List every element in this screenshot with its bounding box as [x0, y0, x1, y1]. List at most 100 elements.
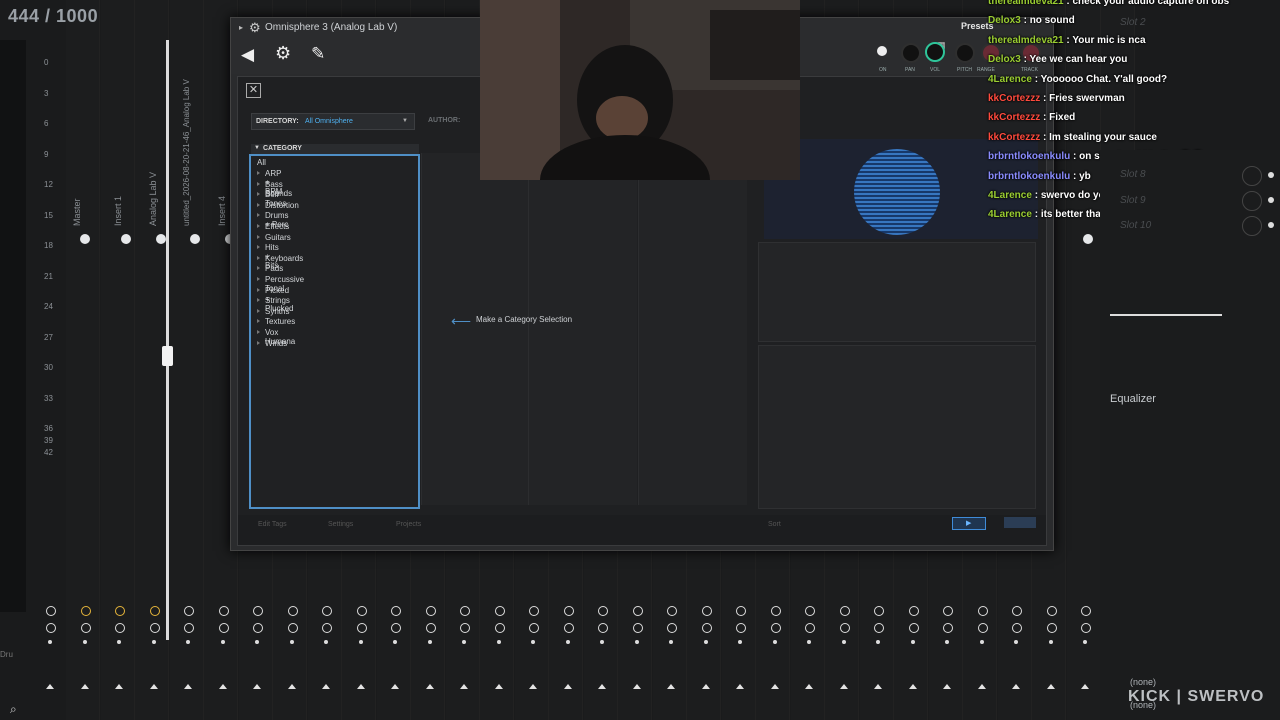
slot-item[interactable]: Slot 8 [1120, 169, 1146, 180]
strip-level-knob[interactable] [1083, 234, 1093, 244]
slot-enable[interactable] [1268, 172, 1274, 178]
send-knob[interactable] [805, 606, 815, 616]
mute-dot[interactable] [117, 640, 121, 644]
mute-dot[interactable] [324, 640, 328, 644]
send-knob[interactable] [563, 606, 574, 616]
mute-dot[interactable] [876, 640, 880, 644]
mute-dot[interactable] [358, 640, 363, 644]
fader-handle[interactable] [162, 346, 173, 366]
category-all[interactable]: All [257, 158, 266, 167]
close-button[interactable]: ✕ [246, 83, 261, 98]
route-arrow-icon[interactable] [977, 684, 986, 689]
projects-button[interactable]: Projects [396, 521, 421, 528]
pan-knob[interactable] [149, 623, 160, 633]
pan-knob[interactable] [1012, 623, 1022, 633]
mute-dot[interactable] [979, 640, 984, 644]
directory-dropdown[interactable]: DIRECTORY: All Omnisphere ▼ [251, 113, 415, 130]
pan-knob[interactable] [46, 623, 56, 633]
send-knob[interactable] [460, 606, 470, 616]
pan-knob[interactable] [977, 623, 988, 633]
pan-knob[interactable] [632, 623, 643, 633]
mute-dot[interactable] [393, 640, 397, 644]
mute-dot[interactable] [738, 640, 742, 644]
pan-knob[interactable] [901, 43, 921, 63]
pan-knob[interactable] [667, 623, 677, 633]
send-knob[interactable] [874, 606, 884, 616]
send-knob[interactable] [736, 606, 746, 616]
pan-knob[interactable] [805, 623, 815, 633]
slot-item[interactable]: Slot 10 [1120, 220, 1151, 231]
route-arrow-icon[interactable] [529, 684, 537, 689]
mute-dot[interactable] [82, 640, 87, 644]
author-label[interactable]: AUTHOR: [428, 117, 460, 124]
route-arrow-icon[interactable] [598, 684, 606, 689]
search-icon[interactable]: ⌕ [10, 702, 17, 717]
pan-knob[interactable] [874, 623, 884, 633]
route-arrow-icon[interactable] [839, 684, 848, 689]
mute-dot[interactable] [255, 640, 259, 644]
strip-level-knob[interactable] [80, 234, 90, 244]
route-arrow-icon[interactable] [632, 684, 641, 689]
strip-level-knob[interactable] [156, 234, 166, 244]
mute-dot[interactable] [220, 640, 225, 644]
gear-icon[interactable]: ⚙ [249, 20, 261, 36]
route-arrow-icon[interactable] [1046, 684, 1055, 689]
send-knob[interactable] [287, 606, 298, 616]
pan-knob[interactable] [425, 623, 436, 633]
mute-dot[interactable] [945, 640, 949, 644]
mute-dot[interactable] [462, 640, 466, 644]
route-arrow-icon[interactable] [80, 684, 89, 689]
send-knob[interactable] [115, 606, 125, 616]
mute-dot[interactable] [634, 640, 639, 644]
play-button[interactable]: ▶ [952, 517, 986, 530]
send-knob[interactable] [529, 606, 539, 616]
send-knob[interactable] [218, 606, 229, 616]
edit-tags-button[interactable]: Edit Tags [258, 521, 287, 528]
pan-knob[interactable] [839, 623, 850, 633]
route-arrow-icon[interactable] [391, 684, 399, 689]
slot-enable[interactable] [1268, 197, 1274, 203]
strip-level-knob[interactable] [121, 234, 131, 244]
send-knob[interactable] [80, 606, 91, 616]
mute-dot[interactable] [531, 640, 535, 644]
pan-knob[interactable] [563, 623, 574, 633]
pan-knob[interactable] [218, 623, 229, 633]
send-knob[interactable] [1081, 606, 1091, 616]
slot-enable[interactable] [1268, 222, 1274, 228]
route-arrow-icon[interactable] [253, 684, 261, 689]
slot-mix-knob[interactable] [1242, 166, 1262, 186]
mute-dot[interactable] [496, 640, 501, 644]
route-arrow-icon[interactable] [218, 684, 227, 689]
pan-knob[interactable] [287, 623, 298, 633]
pan-knob[interactable] [943, 623, 953, 633]
vol-knob[interactable] [925, 42, 945, 62]
route-arrow-icon[interactable] [874, 684, 882, 689]
send-knob[interactable] [839, 606, 850, 616]
send-knob[interactable] [425, 606, 436, 616]
slot-mix-knob[interactable] [1242, 191, 1262, 211]
send-knob[interactable] [770, 606, 781, 616]
route-arrow-icon[interactable] [287, 684, 296, 689]
route-arrow-icon[interactable] [184, 684, 192, 689]
route-arrow-icon[interactable] [943, 684, 951, 689]
route-arrow-icon[interactable] [115, 684, 123, 689]
mute-dot[interactable] [151, 640, 156, 644]
mute-dot[interactable] [910, 640, 915, 644]
route-arrow-icon[interactable] [425, 684, 434, 689]
route-arrow-icon[interactable] [736, 684, 744, 689]
mute-dot[interactable] [427, 640, 432, 644]
pan-knob[interactable] [391, 623, 401, 633]
routing-icon[interactable]: ⚙ [275, 43, 291, 64]
send-knob[interactable] [598, 606, 608, 616]
send-knob[interactable] [1046, 606, 1057, 616]
route-arrow-icon[interactable] [770, 684, 779, 689]
expand-icon[interactable]: ▸ [239, 23, 243, 32]
mute-dot[interactable] [703, 640, 708, 644]
pan-knob[interactable] [253, 623, 263, 633]
route-arrow-icon[interactable] [667, 684, 675, 689]
pan-knob[interactable] [184, 623, 194, 633]
send-knob[interactable] [356, 606, 367, 616]
route-arrow-icon[interactable] [563, 684, 572, 689]
send-knob[interactable] [322, 606, 332, 616]
none-value[interactable]: (none) [1130, 677, 1156, 687]
